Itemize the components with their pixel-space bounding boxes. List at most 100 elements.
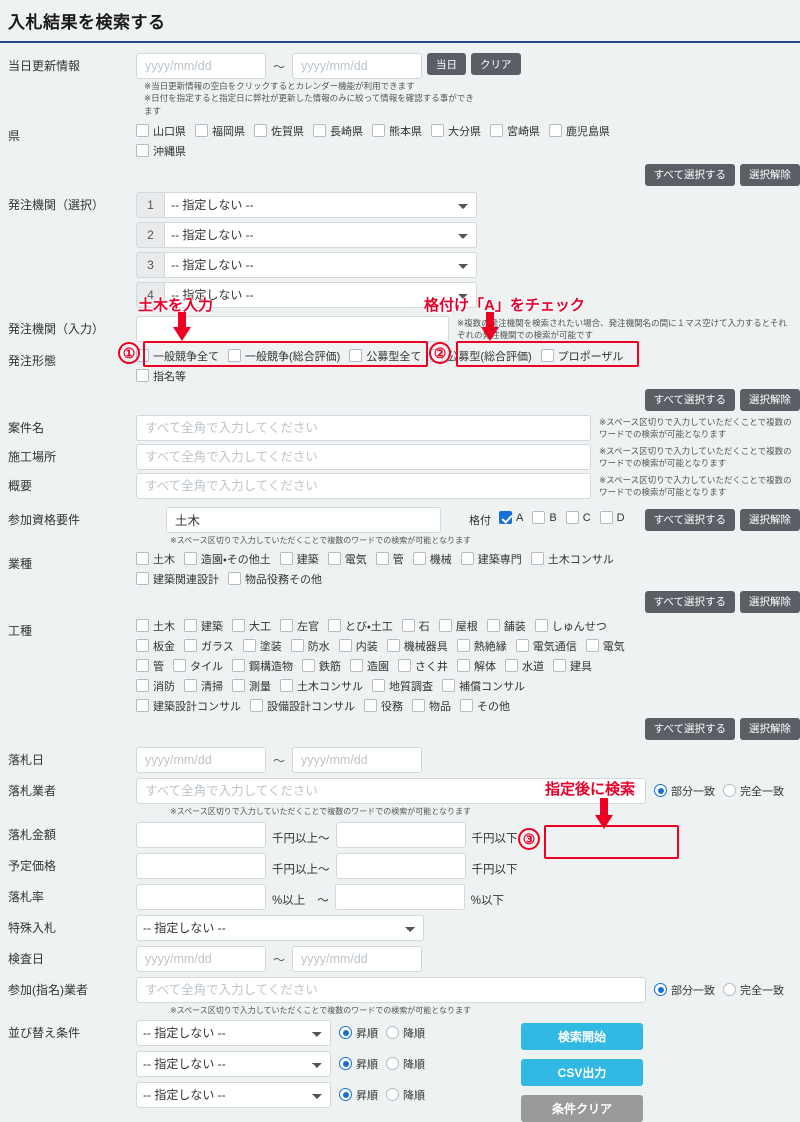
industry-checkbox[interactable]: 土木 xyxy=(136,551,175,567)
today-button[interactable]: 当日 xyxy=(427,53,467,75)
work-type-checkbox[interactable]: さく井 xyxy=(398,658,448,674)
work-type-checkbox[interactable]: 設備設計コンサル xyxy=(250,698,355,714)
rank-checkbox[interactable]: B xyxy=(532,511,557,525)
csv-export-button[interactable]: CSV出力 xyxy=(521,1058,643,1086)
participant-partial-match-radio[interactable]: 部分一致 xyxy=(654,982,715,998)
work-type-checkbox[interactable]: 建築設計コンサル xyxy=(136,698,241,714)
case-name-input[interactable] xyxy=(136,414,591,441)
order-type-checkbox[interactable]: プロポーザル xyxy=(540,348,623,364)
inspection-date-to-input[interactable] xyxy=(292,945,423,972)
work-type-checkbox[interactable]: 管 xyxy=(136,658,164,674)
award-date-from-input[interactable] xyxy=(136,746,266,773)
search-button[interactable]: 検索開始 xyxy=(521,1022,643,1050)
industry-select-all-button[interactable]: すべて選択する xyxy=(644,590,735,613)
industry-checkbox[interactable]: 建築専門 xyxy=(460,551,522,567)
award-amount-from-input[interactable] xyxy=(136,821,266,848)
agency-select-3[interactable]: -- 指定しない -- xyxy=(164,251,477,278)
prefecture-checkbox[interactable]: 山口県 xyxy=(136,123,186,139)
work-type-checkbox[interactable]: 地質調査 xyxy=(372,678,433,694)
industry-checkbox[interactable]: 物品役務その他 xyxy=(228,571,322,587)
prefecture-checkbox[interactable]: 佐賀県 xyxy=(254,123,304,139)
work-type-checkbox[interactable]: 塗装 xyxy=(242,638,282,654)
work-type-checkbox[interactable]: 測量 xyxy=(232,678,271,694)
order-type-checkbox[interactable]: 一般競争全て xyxy=(136,348,219,364)
work-type-checkbox[interactable]: ガラス xyxy=(184,638,234,654)
update-info-to-input[interactable] xyxy=(292,53,423,79)
work-type-checkbox[interactable]: 屋根 xyxy=(438,618,478,634)
planned-price-from-input[interactable] xyxy=(136,852,266,879)
rank-checkbox[interactable]: A xyxy=(499,511,523,525)
rank-checkbox[interactable]: C xyxy=(565,511,591,525)
work-type-checkbox[interactable]: 熱絶縁 xyxy=(456,638,507,654)
qualification-select-all-button[interactable]: すべて選択する xyxy=(644,508,735,531)
industry-checkbox[interactable]: 土木コンサル xyxy=(530,551,614,567)
work-type-checkbox[interactable]: 清掃 xyxy=(184,678,223,694)
participant-input[interactable] xyxy=(136,976,646,1003)
order-type-checkbox[interactable]: 指名等 xyxy=(136,368,186,384)
work-type-checkbox[interactable]: 建具 xyxy=(553,658,592,674)
summary-input[interactable] xyxy=(136,472,591,499)
special-bid-select[interactable]: -- 指定しない -- xyxy=(136,914,424,941)
work-type-checkbox[interactable]: 水道 xyxy=(505,658,544,674)
clear-date-button[interactable]: クリア xyxy=(471,53,521,75)
award-date-to-input[interactable] xyxy=(292,746,423,773)
sort-select-3[interactable]: -- 指定しない -- xyxy=(136,1081,331,1108)
prefecture-checkbox[interactable]: 大分県 xyxy=(431,123,481,139)
industry-clear-button[interactable]: 選択解除 xyxy=(740,590,800,613)
industry-checkbox[interactable]: 電気 xyxy=(327,551,367,567)
work-type-checkbox[interactable]: 電気 xyxy=(585,638,625,654)
work-type-checkbox[interactable]: とび・土工 xyxy=(328,618,393,634)
prefecture-clear-button[interactable]: 選択解除 xyxy=(740,163,800,186)
work-type-checkbox[interactable]: 解体 xyxy=(457,658,496,674)
work-type-clear-button[interactable]: 選択解除 xyxy=(740,717,800,740)
work-type-checkbox[interactable]: 造園 xyxy=(350,658,389,674)
work-type-checkbox[interactable]: 鋼構造物 xyxy=(232,658,293,674)
agency-select-1[interactable]: -- 指定しない -- xyxy=(164,191,477,218)
order-type-clear-button[interactable]: 選択解除 xyxy=(740,388,800,411)
work-type-checkbox[interactable]: 物品 xyxy=(412,698,451,714)
award-rate-to-input[interactable] xyxy=(334,883,465,910)
work-type-checkbox[interactable]: 鉄筋 xyxy=(302,658,341,674)
prefecture-checkbox[interactable]: 沖縄県 xyxy=(136,143,186,159)
work-type-checkbox[interactable]: その他 xyxy=(460,698,510,714)
prefecture-checkbox[interactable]: 福岡県 xyxy=(195,123,245,139)
agency-select-4[interactable]: -- 指定しない -- xyxy=(164,281,477,308)
sort-select-2[interactable]: -- 指定しない -- xyxy=(136,1050,331,1077)
sort-select-1[interactable]: -- 指定しない -- xyxy=(136,1019,331,1046)
prefecture-select-all-button[interactable]: すべて選択する xyxy=(644,163,735,186)
prefecture-checkbox[interactable]: 鹿児島県 xyxy=(549,123,610,139)
industry-checkbox[interactable]: 管 xyxy=(375,551,404,567)
order-type-checkbox[interactable]: 一般競争(総合評価) xyxy=(228,348,340,364)
work-type-checkbox[interactable]: 舗装 xyxy=(486,618,526,634)
inspection-date-from-input[interactable] xyxy=(136,945,266,972)
work-type-checkbox[interactable]: 機械器具 xyxy=(386,638,448,654)
order-type-checkbox[interactable]: 公募型全て xyxy=(349,348,421,364)
work-type-checkbox[interactable]: 石 xyxy=(401,618,430,634)
qualification-clear-button[interactable]: 選択解除 xyxy=(740,508,800,531)
sort-asc-radio-1[interactable]: 昇順 xyxy=(339,1025,378,1041)
award-rate-from-input[interactable] xyxy=(136,883,266,910)
work-type-checkbox[interactable]: 役務 xyxy=(364,698,403,714)
sort-desc-radio-1[interactable]: 降順 xyxy=(386,1025,425,1041)
sort-desc-radio-2[interactable]: 降順 xyxy=(386,1056,425,1072)
award-amount-to-input[interactable] xyxy=(335,821,466,848)
awardee-input[interactable] xyxy=(136,777,646,804)
clear-conditions-button[interactable]: 条件クリア xyxy=(521,1094,643,1122)
work-type-checkbox[interactable]: しゅんせつ xyxy=(534,618,607,634)
prefecture-checkbox[interactable]: 熊本県 xyxy=(372,123,422,139)
sort-desc-radio-3[interactable]: 降順 xyxy=(386,1087,425,1103)
site-input[interactable] xyxy=(136,443,591,470)
industry-checkbox[interactable]: 機械 xyxy=(412,551,452,567)
work-type-checkbox[interactable]: 土木コンサル xyxy=(280,678,363,694)
work-type-checkbox[interactable]: 補償コンサル xyxy=(442,678,525,694)
work-type-select-all-button[interactable]: すべて選択する xyxy=(644,717,735,740)
agency-select-2[interactable]: -- 指定しない -- xyxy=(164,221,477,248)
participant-exact-match-radio[interactable]: 完全一致 xyxy=(723,982,784,998)
industry-checkbox[interactable]: 建築 xyxy=(279,551,319,567)
work-type-checkbox[interactable]: 電気通信 xyxy=(515,638,577,654)
order-type-select-all-button[interactable]: すべて選択する xyxy=(644,388,735,411)
qualification-input[interactable] xyxy=(166,506,441,533)
work-type-checkbox[interactable]: 土木 xyxy=(136,618,175,634)
prefecture-checkbox[interactable]: 宮崎県 xyxy=(490,123,540,139)
work-type-checkbox[interactable]: 内装 xyxy=(338,638,378,654)
